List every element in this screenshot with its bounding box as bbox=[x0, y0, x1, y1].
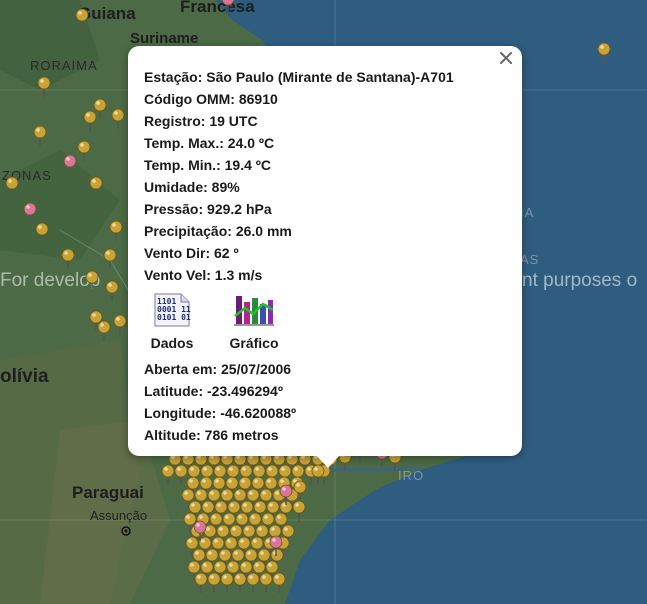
station-marker[interactable] bbox=[77, 140, 91, 162]
station-marker-pink[interactable] bbox=[23, 202, 37, 224]
label-suriname: Suriname bbox=[130, 30, 199, 47]
station-marker[interactable] bbox=[75, 8, 89, 30]
label-assuncao: Assunção bbox=[90, 508, 148, 523]
station-marker-pink[interactable] bbox=[269, 535, 283, 557]
station-marker[interactable] bbox=[194, 572, 208, 594]
label-minas-gerais: AS bbox=[520, 252, 540, 267]
bar-chart-icon bbox=[234, 296, 274, 326]
station-marker[interactable] bbox=[233, 572, 247, 594]
station-marker[interactable] bbox=[105, 280, 119, 302]
registro-time: Registro: 19 UTC bbox=[144, 113, 258, 129]
station-marker[interactable] bbox=[103, 248, 117, 270]
station-marker[interactable] bbox=[207, 572, 221, 594]
omm-code: Código OMM: 86910 bbox=[144, 91, 278, 107]
station-links: 1101 0001 11 0101 01 Dados Gráfico bbox=[150, 292, 454, 354]
latitude: Latitude: -23.496294º bbox=[144, 383, 283, 399]
station-marker[interactable] bbox=[37, 76, 51, 98]
station-marker[interactable] bbox=[83, 110, 97, 132]
station-marker-pink[interactable] bbox=[221, 0, 235, 14]
station-info-window: Estação: São Paulo (Mirante de Santana)-… bbox=[128, 46, 522, 468]
station-marker[interactable] bbox=[220, 572, 234, 594]
binary-data-icon: 1101 0001 11 0101 01 bbox=[154, 293, 191, 327]
station-marker[interactable] bbox=[109, 220, 123, 242]
temp-max: Temp. Max.: 24.0 ºC bbox=[144, 135, 275, 151]
humidity: Umidade: 89% bbox=[144, 179, 240, 195]
wind-direction: Vento Dir: 62 º bbox=[144, 245, 239, 261]
station-details: Estação: São Paulo (Mirante de Santana)-… bbox=[144, 66, 454, 446]
station-marker-pink[interactable] bbox=[63, 154, 77, 176]
station-marker[interactable] bbox=[292, 500, 306, 522]
station-marker[interactable] bbox=[111, 108, 125, 130]
station-marker[interactable] bbox=[259, 572, 273, 594]
precipitation: Precipitação: 26.0 mm bbox=[144, 223, 292, 239]
wind-speed: Vento Vel: 1.3 m/s bbox=[144, 267, 263, 283]
station-marker[interactable] bbox=[113, 314, 127, 336]
station-marker[interactable] bbox=[97, 320, 111, 342]
label-paraguai: Paraguai bbox=[72, 483, 144, 502]
grafico-link[interactable]: Gráfico bbox=[229, 292, 279, 354]
station-marker-pink[interactable] bbox=[279, 484, 293, 506]
station-marker[interactable] bbox=[246, 572, 260, 594]
station-name: Estação: São Paulo (Mirante de Santana)-… bbox=[144, 69, 454, 85]
dados-label: Dados bbox=[150, 335, 194, 351]
close-icon[interactable] bbox=[498, 50, 514, 66]
station-marker-pink[interactable] bbox=[193, 520, 207, 542]
label-roraima: RORAIMA bbox=[30, 58, 98, 73]
label-bolivia: olívia bbox=[0, 366, 49, 387]
pressure: Pressão: 929.2 hPa bbox=[144, 201, 272, 217]
label-bahia: IA bbox=[520, 205, 535, 220]
altitude: Altitude: 786 metros bbox=[144, 427, 279, 443]
label-guiana-francesa: Francesa bbox=[180, 0, 255, 16]
info-window-tail bbox=[316, 455, 340, 468]
station-marker[interactable] bbox=[89, 176, 103, 198]
watermark-right: nt purposes o bbox=[522, 270, 638, 291]
dados-link[interactable]: 1101 0001 11 0101 01 Dados bbox=[150, 292, 194, 354]
opened-date: Aberta em: 25/07/2006 bbox=[144, 361, 292, 377]
station-marker[interactable] bbox=[161, 464, 175, 486]
station-marker[interactable] bbox=[61, 248, 75, 270]
svg-text:0101 01: 0101 01 bbox=[157, 313, 191, 322]
grafico-label: Gráfico bbox=[229, 335, 279, 351]
station-marker[interactable] bbox=[272, 572, 286, 594]
station-marker[interactable] bbox=[35, 222, 49, 244]
station-marker[interactable] bbox=[597, 42, 611, 64]
station-marker[interactable] bbox=[5, 176, 19, 198]
station-marker[interactable] bbox=[293, 480, 307, 502]
station-marker[interactable] bbox=[85, 270, 99, 292]
station-marker[interactable] bbox=[33, 125, 47, 147]
longitude: Longitude: -46.620088º bbox=[144, 405, 297, 421]
temp-min: Temp. Min.: 19.4 ºC bbox=[144, 157, 271, 173]
